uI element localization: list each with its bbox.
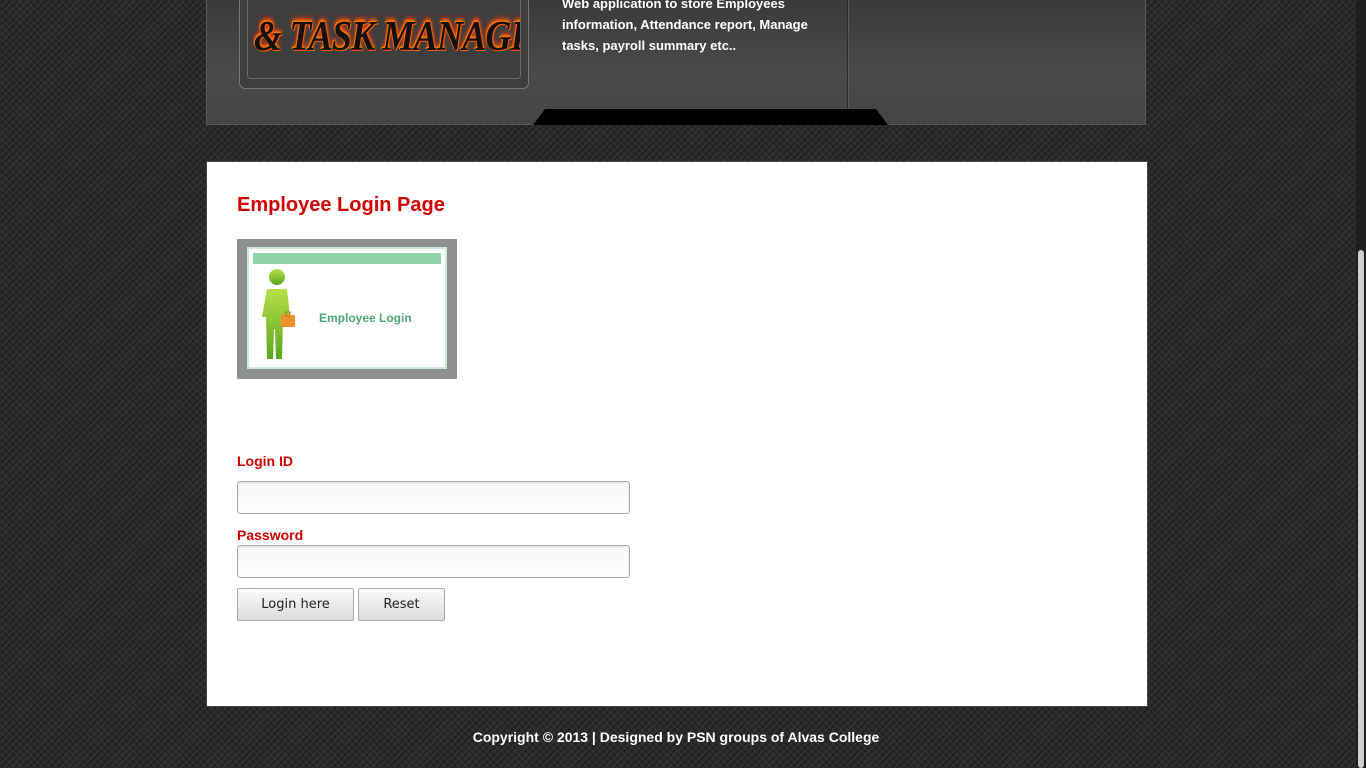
person-with-briefcase-icon: [262, 269, 295, 359]
footer-copyright: Copyright © 2013 | Designed by PSN group…: [472, 729, 880, 745]
header-notch: [533, 109, 888, 125]
card-header-bar: [253, 253, 441, 264]
page-title: Employee Login Page: [237, 194, 445, 216]
reset-button[interactable]: Reset: [358, 588, 445, 621]
image-caption: Employee Login: [319, 311, 412, 325]
login-id-label: Login ID: [237, 453, 293, 469]
password-input[interactable]: [237, 545, 630, 578]
site-description: Web application to store Employees infor…: [562, 0, 808, 53]
site-logo: & TASK MANAGER: [254, 14, 520, 60]
logo-panel: & TASK MANAGER: [239, 0, 529, 89]
employee-login-image: Employee Login: [237, 239, 457, 379]
login-id-input[interactable]: [237, 481, 630, 514]
login-button[interactable]: Login here: [237, 588, 354, 621]
site-header: & TASK MANAGER Web application to store …: [206, 0, 1146, 125]
page-scrollbar[interactable]: [1356, 0, 1366, 768]
header-divider: [847, 0, 848, 110]
employee-login-card: Employee Login: [247, 247, 447, 369]
scrollbar-thumb[interactable]: [1358, 250, 1364, 768]
logo-frame: & TASK MANAGER: [247, 0, 521, 79]
login-panel: Employee Login Page Employee Login Login…: [206, 161, 1148, 707]
password-label: Password: [237, 527, 304, 543]
